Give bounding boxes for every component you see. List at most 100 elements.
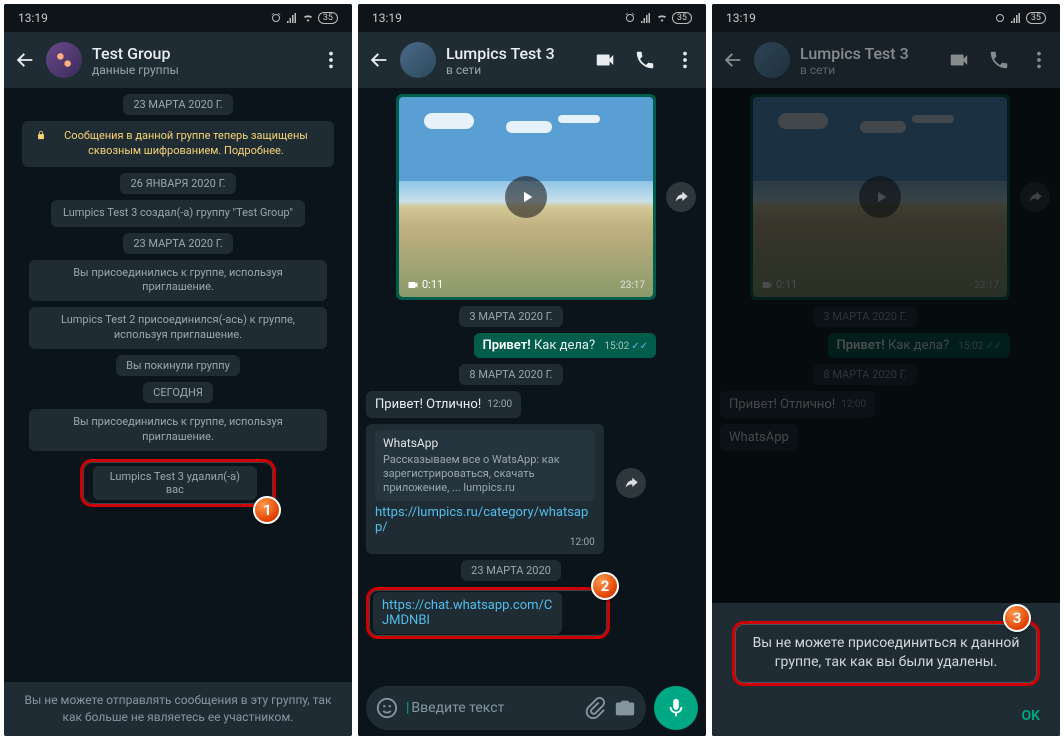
status-icons: 35 [624, 12, 692, 24]
chat-header[interactable]: Test Group данные группы [4, 32, 352, 88]
date-chip: 23 МАРТА 2020 Г. [123, 94, 232, 115]
chat-subtitle: в сети [446, 63, 584, 77]
menu-icon[interactable] [320, 49, 342, 71]
forward-icon [623, 475, 639, 491]
play-icon [518, 188, 536, 206]
system-message-removed: Lumpics Test 3 удалил(-а) вас [93, 466, 258, 500]
date-chip: 8 МАРТА 2020 Г. [459, 364, 562, 385]
message-time: 15:02 [604, 341, 629, 352]
read-ticks-icon: ✓✓ [631, 341, 648, 352]
header-titles[interactable]: Lumpics Test 3 в сети [446, 44, 584, 77]
play-button[interactable] [505, 176, 547, 218]
link-title: WhatsApp [383, 436, 587, 452]
video-call-icon [948, 49, 970, 71]
video-call-icon[interactable] [594, 49, 616, 71]
back-arrow-icon[interactable] [368, 49, 390, 71]
encryption-notice[interactable]: Сообщения в данной группе теперь защищен… [22, 121, 334, 167]
date-chip: 3 МАРТА 2020 Г. [459, 306, 562, 327]
system-message: Вы покинули группу [116, 355, 240, 376]
chat-subtitle: в сети [800, 63, 938, 77]
battery-indicator: 35 [1026, 12, 1046, 24]
screenshot-1: 13:19 35 Test Group данные группы 23 МАР… [4, 4, 352, 736]
menu-icon[interactable] [674, 49, 696, 71]
video-time: 23:17 [620, 280, 645, 291]
highlight-box-1: Lumpics Test 3 удалил(-а) вас 1 [80, 459, 277, 507]
mic-icon [665, 697, 687, 719]
forward-button[interactable] [666, 182, 696, 212]
lock-icon [36, 130, 46, 140]
wifi-icon [302, 12, 314, 24]
status-bar: 13:19 35 [4, 4, 352, 32]
chat-title: Lumpics Test 3 [446, 44, 584, 63]
error-dialog: Вы не можете присоединиться к данной гру… [712, 603, 1060, 736]
forward-icon [673, 189, 689, 205]
date-chip: 26 ЯНВАРЯ 2020 Г. [120, 173, 235, 194]
date-chip: 23 МАРТА 2020 [461, 560, 561, 581]
alarm-icon [270, 12, 282, 24]
signal-icon [286, 12, 298, 24]
message-time: 12:00 [570, 537, 595, 548]
back-arrow-icon [722, 49, 744, 71]
menu-icon [1028, 49, 1050, 71]
signal-icon [640, 12, 652, 24]
group-avatar[interactable] [46, 42, 82, 78]
header-titles[interactable]: Test Group данные группы [92, 44, 310, 77]
battery-indicator: 35 [672, 12, 692, 24]
message-input[interactable]: Введите текст [366, 686, 646, 730]
screenshot-2: 13:19 35 Lumpics Test 3 в сети 0:11 23:1… [358, 4, 706, 736]
video-message[interactable]: 0:11 23:17 [396, 94, 656, 300]
signal-icon [1010, 12, 1022, 24]
status-bar: 13:19 35 [358, 4, 706, 32]
chat-title: Test Group [92, 44, 310, 63]
callout-badge-3: 3 [1003, 604, 1031, 632]
date-chip: 23 МАРТА 2020 Г. [123, 233, 232, 254]
system-message: Lumpics Test 2 присоединился(-ась) к гру… [29, 307, 328, 349]
mic-button[interactable] [654, 686, 698, 730]
chat-header[interactable]: Lumpics Test 3 в сети [358, 32, 706, 88]
link-description: Рассказываем все о WatsApp: как зарегист… [383, 453, 587, 496]
video-duration: 0:11 [407, 278, 443, 291]
highlight-box-2: https://chat.whatsapp.com/CJMDNBI 2 [366, 587, 610, 639]
invite-link-url[interactable]: https://chat.whatsapp.com/CJMDNBI [382, 598, 552, 628]
dialog-ok-button[interactable]: OK [732, 708, 1040, 724]
date-chip: СЕГОДНЯ [143, 382, 213, 403]
link-preview-card[interactable]: WhatsApp Рассказываем все о WatsApp: как… [375, 430, 595, 501]
attach-icon[interactable] [584, 697, 606, 719]
chat-subtitle: данные группы [92, 63, 310, 77]
status-bar: 13:19 35 [712, 4, 1060, 32]
link-url[interactable]: https://lumpics.ru/category/whatsapp/ [375, 505, 595, 535]
chat-header: Lumpics Test 3 в сети [712, 32, 1060, 88]
invite-link-message[interactable]: https://chat.whatsapp.com/CJMDNBI [373, 592, 562, 634]
voice-call-icon[interactable] [634, 49, 656, 71]
alarm-icon [994, 12, 1006, 24]
outgoing-message[interactable]: Привет! Как дела? 15:02✓✓ [474, 333, 656, 358]
system-message: Вы присоединились к группе, используя пр… [29, 260, 328, 302]
voice-call-icon [988, 49, 1010, 71]
incoming-message[interactable]: Привет! Отлично! 12:00 [366, 391, 521, 418]
wifi-icon [656, 12, 668, 24]
status-time: 13:19 [726, 11, 756, 25]
message-time: 12:00 [487, 399, 512, 410]
chat-title: Lumpics Test 3 [800, 44, 938, 63]
input-bar: Введите текст [358, 680, 706, 736]
dialog-message: Вы не можете присоединиться к данной гру… [749, 634, 1023, 673]
incoming-link-message[interactable]: WhatsApp Рассказываем все о WatsApp: как… [366, 424, 604, 554]
cannot-send-footer: Вы не можете отправлять сообщения в эту … [4, 682, 352, 736]
chat-body[interactable]: 0:11 23:17 3 МАРТА 2020 Г. Привет! Как д… [358, 88, 706, 680]
callout-badge-1: 1 [253, 496, 281, 524]
emoji-icon[interactable] [376, 697, 398, 719]
status-icons: 35 [270, 12, 338, 24]
system-message: Вы присоединились к группе, используя пр… [29, 409, 328, 451]
highlight-box-3: Вы не можете присоединиться к данной гру… [732, 621, 1040, 686]
videocam-icon [407, 279, 419, 291]
back-arrow-icon[interactable] [14, 49, 36, 71]
contact-avatar[interactable] [400, 42, 436, 78]
input-placeholder: Введите текст [406, 700, 576, 716]
forward-button[interactable] [616, 468, 646, 498]
contact-avatar [754, 42, 790, 78]
camera-icon[interactable] [614, 697, 636, 719]
video-thumbnail[interactable]: 0:11 23:17 [399, 97, 653, 297]
chat-body: 23 МАРТА 2020 Г. Сообщения в данной груп… [4, 88, 352, 682]
status-time: 13:19 [18, 11, 48, 25]
status-time: 13:19 [372, 11, 402, 25]
